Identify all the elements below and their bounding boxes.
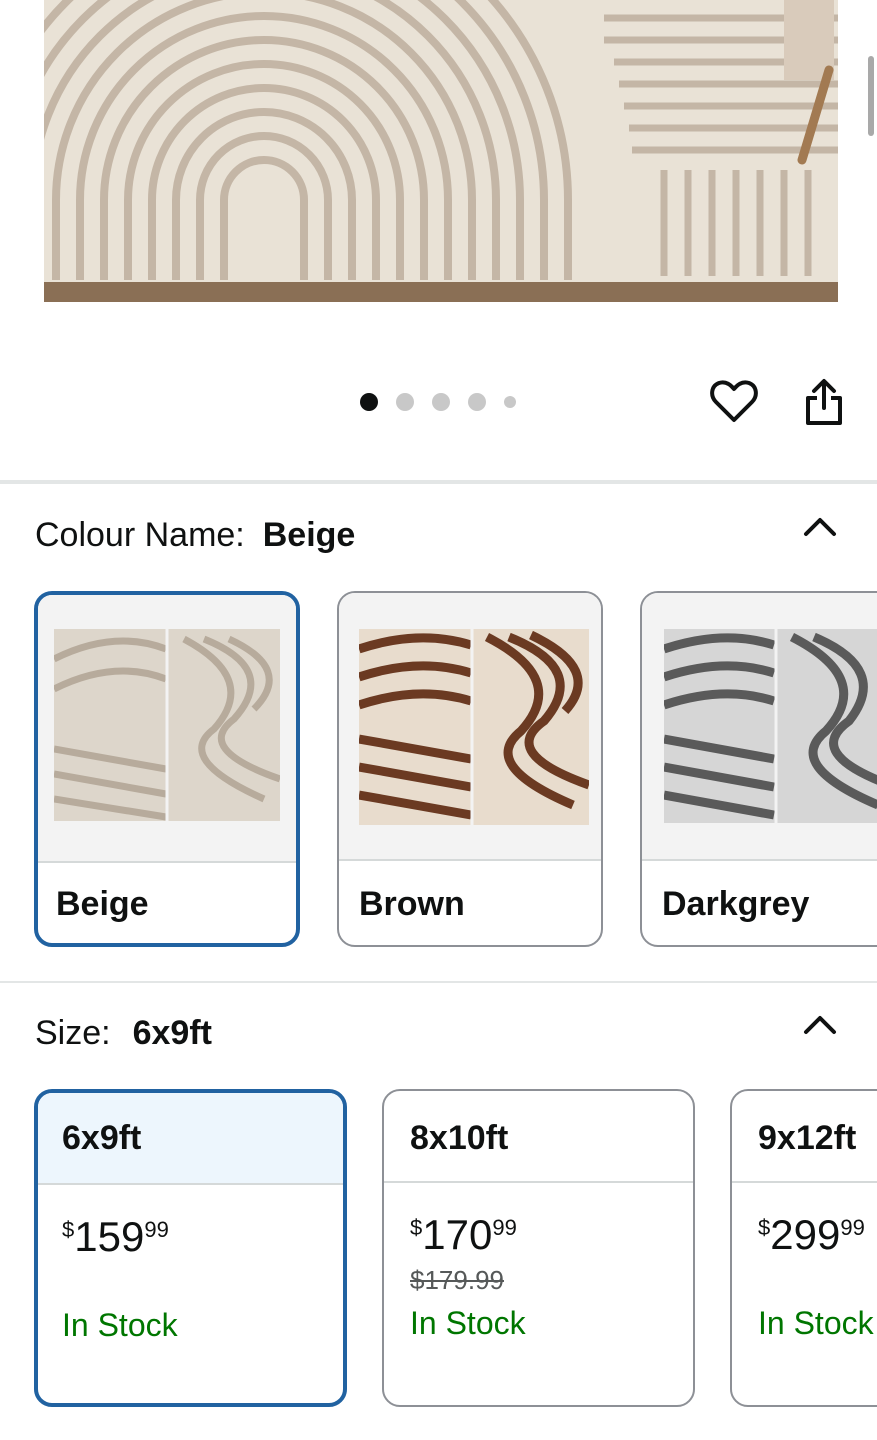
price-currency: $ [410, 1215, 423, 1240]
was-price: $179.99 [410, 1265, 504, 1295]
price-fraction: 99 [144, 1217, 169, 1242]
size-heading: Size: 6x9ft [35, 1014, 212, 1053]
wishlist-button[interactable] [706, 374, 762, 430]
colour-selected-value: Beige [262, 516, 356, 554]
swatch-label: Brown [359, 885, 465, 923]
carousel-dots [360, 392, 534, 412]
chevron-up-icon[interactable] [800, 1004, 840, 1044]
stock-status: In Stock [410, 1305, 526, 1341]
beige-rug-thumbnail [54, 629, 280, 821]
swatch-image [642, 593, 877, 861]
price-whole: 159 [74, 1213, 145, 1260]
carousel-dot-5[interactable] [504, 396, 516, 408]
darkgrey-rug-thumbnail [664, 629, 877, 823]
colour-option-beige[interactable]: Beige [34, 591, 300, 947]
carousel-dot-2[interactable] [396, 393, 414, 411]
section-divider [0, 981, 877, 983]
stock-status: In Stock [758, 1305, 874, 1341]
colour-heading: Colour Name: Beige [35, 516, 355, 555]
size-option-name: 9x12ft [732, 1091, 877, 1183]
size-option-name: 8x10ft [384, 1091, 693, 1183]
rug-photo [44, 0, 838, 302]
price: $17099 [410, 1211, 517, 1259]
price-currency: $ [62, 1217, 75, 1242]
swatch-image [38, 595, 296, 863]
chevron-up-icon[interactable] [800, 506, 840, 546]
price: $29999 [758, 1211, 865, 1259]
carousel-dot-3[interactable] [432, 393, 450, 411]
brown-rug-thumbnail [359, 629, 589, 825]
product-image[interactable] [0, 0, 877, 340]
carousel-dot-4[interactable] [468, 393, 486, 411]
share-button[interactable] [796, 374, 852, 430]
size-selected-value: 6x9ft [132, 1014, 212, 1052]
colour-option-darkgrey[interactable]: Darkgrey [640, 591, 877, 947]
price: $15999 [62, 1213, 169, 1261]
price-whole: 299 [770, 1211, 841, 1258]
swatch-label: Beige [56, 885, 149, 923]
size-label: Size: [35, 1014, 111, 1052]
colour-label: Colour Name: [35, 516, 245, 554]
share-icon [806, 379, 842, 425]
price-fraction: 99 [492, 1215, 517, 1240]
section-divider [0, 480, 877, 484]
swatch-image [339, 593, 601, 861]
size-option-name: 6x9ft [38, 1093, 343, 1185]
heart-icon [710, 380, 758, 422]
price-whole: 170 [422, 1211, 493, 1258]
colour-option-brown[interactable]: Brown [337, 591, 603, 947]
carousel-dot-1[interactable] [360, 393, 378, 411]
swatch-label: Darkgrey [662, 885, 810, 923]
price-currency: $ [758, 1215, 771, 1240]
price-fraction: 99 [840, 1215, 865, 1240]
stock-status: In Stock [62, 1307, 178, 1343]
size-option-9x12ft[interactable]: 9x12ft $29999 In Stock [730, 1089, 877, 1407]
scrollbar[interactable] [868, 56, 874, 136]
size-option-6x9ft[interactable]: 6x9ft $15999 In Stock [34, 1089, 347, 1407]
size-option-8x10ft[interactable]: 8x10ft $17099 $179.99 In Stock [382, 1089, 695, 1407]
